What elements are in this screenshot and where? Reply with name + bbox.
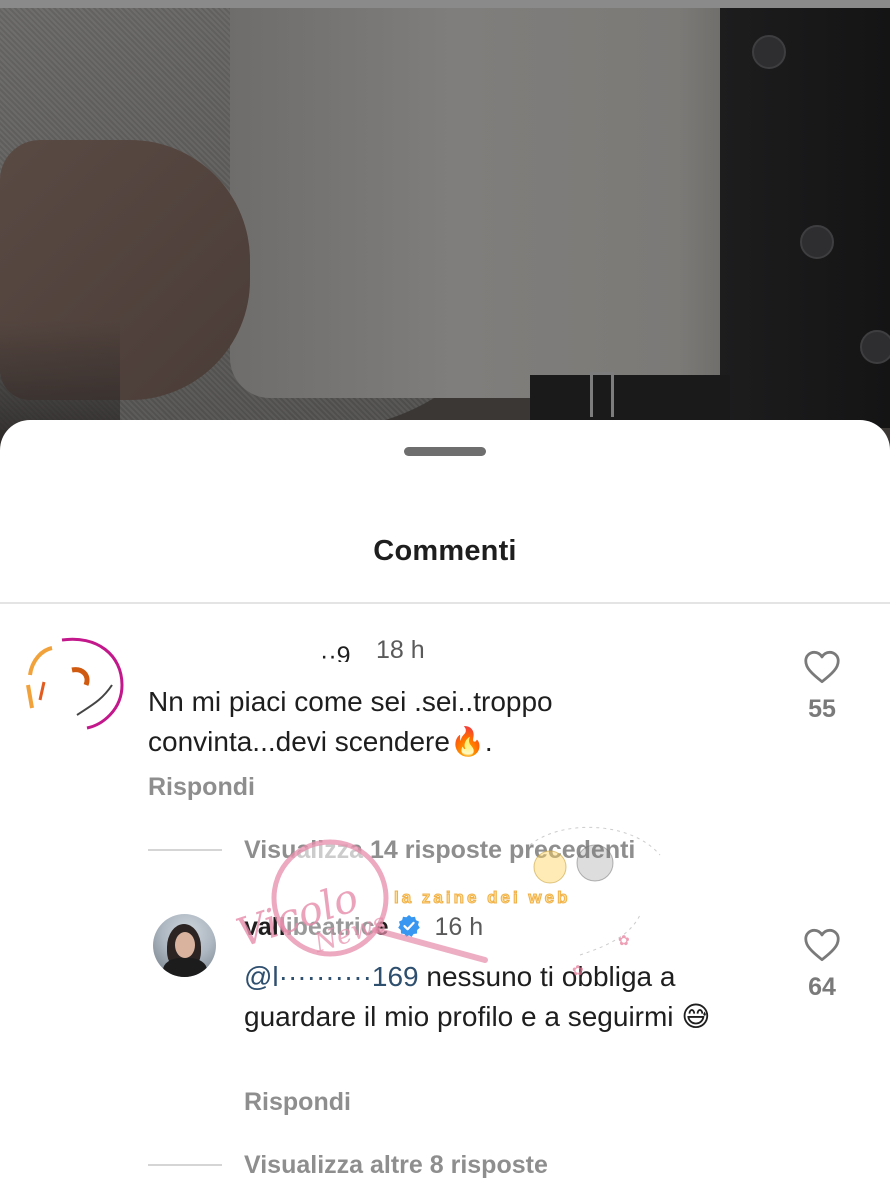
verified-badge-icon: [397, 915, 420, 937]
photo-jacket-button: [800, 225, 834, 259]
comments-sheet: Commenti ··9 18 h Nn mi piaci come sei .s…: [0, 420, 890, 1200]
watermark-banner: la zaine dei web: [394, 888, 571, 908]
hidden-username[interactable]: ··9: [320, 642, 362, 662]
photo-shirt: [230, 8, 790, 398]
comment-time: 16 h: [434, 913, 484, 941]
reply-thread-line: [148, 849, 222, 851]
header-divider: [0, 602, 890, 604]
like-count: 55: [808, 695, 836, 723]
comment-time: 18 h: [376, 636, 425, 662]
reply-thread-line: [148, 1164, 222, 1166]
photo-belt-buckle: [590, 372, 614, 417]
status-strip: [0, 0, 890, 8]
comment-meta: ··9 18 h: [320, 636, 425, 662]
comment-text: @l··········169 nessuno ti obbliga a gua…: [244, 957, 764, 1037]
sheet-title: Commenti: [373, 535, 517, 567]
view-more-replies[interactable]: Visualizza altre 8 risposte: [148, 1148, 548, 1182]
svg-text:✿: ✿: [618, 932, 630, 948]
avatar[interactable]: [153, 914, 216, 977]
background-photo: [0, 0, 890, 460]
like-count: 64: [808, 973, 836, 1001]
heart-icon: [804, 650, 840, 684]
scribbled-avatar-icon[interactable]: [22, 630, 127, 735]
like-button[interactable]: 64: [797, 928, 847, 1002]
photo-jacket-button: [860, 330, 890, 364]
comment-meta: vallibeatrice 16 h: [244, 913, 483, 942]
comment-text: Nn mi piaci come sei .sei..troppo convin…: [148, 686, 553, 757]
like-button[interactable]: 55: [797, 650, 847, 724]
photo-belt: [530, 375, 730, 420]
reply-button[interactable]: Rispondi: [148, 773, 255, 802]
mention-link[interactable]: @l··········169: [244, 961, 419, 992]
reply-button[interactable]: Rispondi: [244, 1088, 351, 1117]
heart-icon: [804, 928, 840, 962]
photo-jacket: [720, 8, 890, 428]
photo-jacket-button: [752, 35, 786, 69]
sheet-drag-handle[interactable]: [404, 447, 486, 456]
view-more-replies-label: Visualizza altre 8 risposte: [244, 1150, 548, 1179]
view-previous-replies[interactable]: Visualizza 14 risposte precedenti: [148, 833, 635, 867]
view-previous-replies-label: Visualizza 14 risposte precedenti: [244, 835, 636, 864]
username[interactable]: vallibeatrice: [244, 913, 389, 941]
